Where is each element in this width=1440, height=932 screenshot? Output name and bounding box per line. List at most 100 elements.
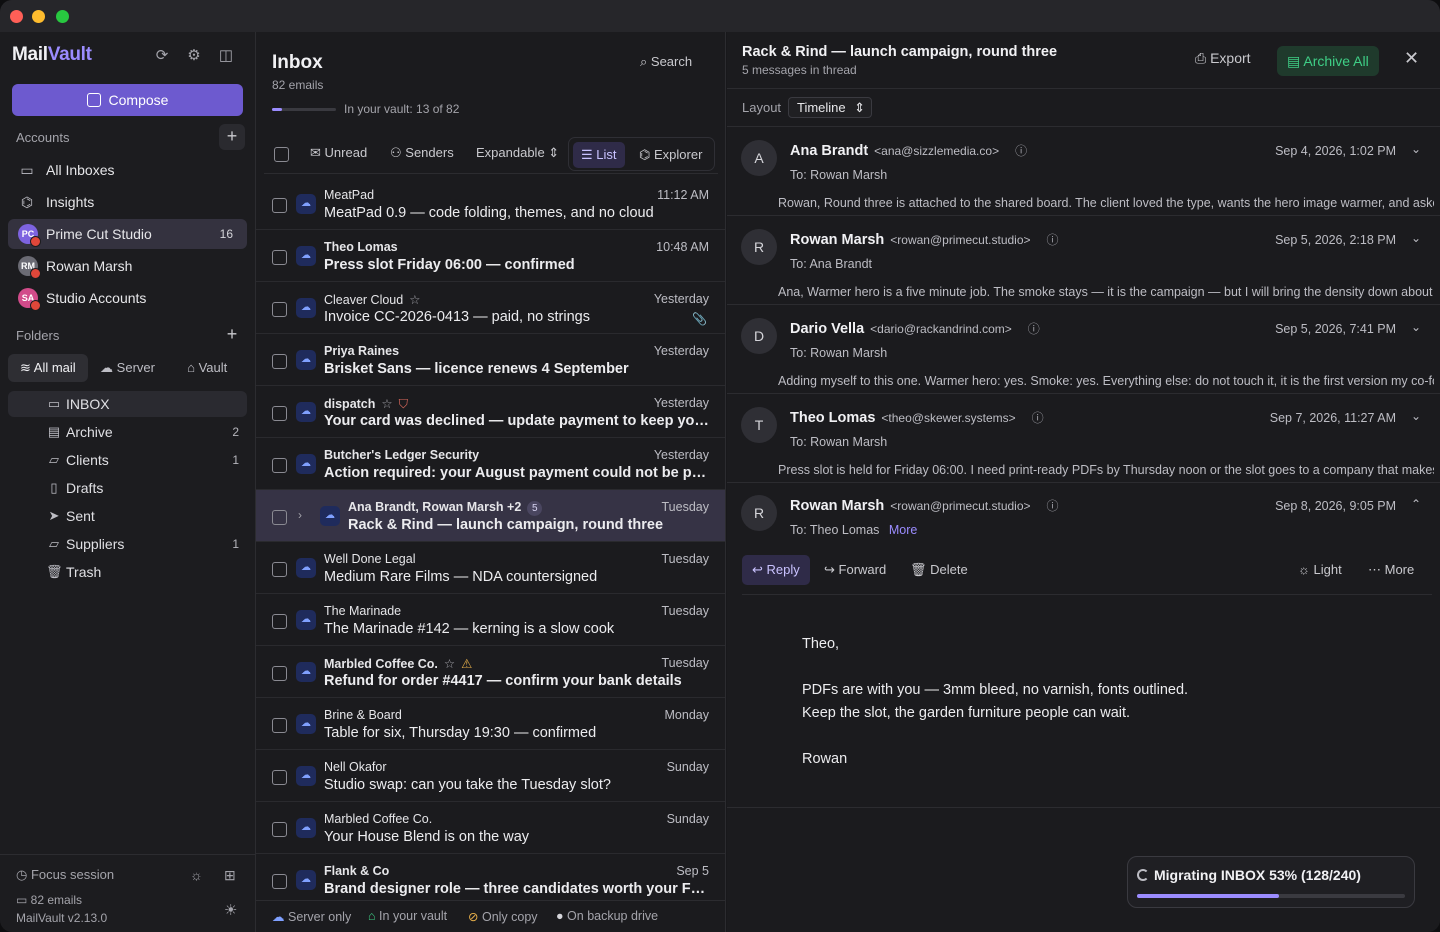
row-checkbox[interactable] <box>272 770 287 785</box>
expandable-select[interactable]: Expandable ⇕ <box>476 145 559 161</box>
row-checkbox[interactable] <box>272 874 287 889</box>
info-icon[interactable]: ⓘ <box>1028 322 1040 336</box>
cloud-icon: ☁ <box>296 662 316 682</box>
folder-sent[interactable]: ➤ Sent <box>8 503 247 529</box>
avatar: R <box>741 495 777 531</box>
gift-icon[interactable]: ⊞ <box>224 867 236 884</box>
folder-archive[interactable]: ▤ Archive 2 <box>8 419 247 445</box>
info-icon[interactable]: ⓘ <box>1015 144 1027 158</box>
message-row[interactable]: ☁ The Marinade The Marinade #142 — kerning… <box>256 594 725 646</box>
segment-all-mail[interactable]: ≋ All mail <box>8 354 88 382</box>
close-icon[interactable]: ✕ <box>1404 48 1419 69</box>
folder-drafts[interactable]: ▯ Drafts <box>8 475 247 501</box>
focus-session-button[interactable]: ◷ Focus session <box>16 867 114 883</box>
archive-all-button[interactable]: ▤ Archive All <box>1277 46 1379 76</box>
more-actions-button[interactable]: ⋯ More <box>1358 555 1424 585</box>
search-button[interactable]: ⌕ Search <box>640 54 692 70</box>
folder-trash[interactable]: 🗑 Trash <box>8 559 247 585</box>
star-icon[interactable]: ☆ <box>381 397 392 411</box>
star-icon[interactable]: ☆ <box>409 293 420 307</box>
subject: Studio swap: can you take the Tuesday sl… <box>324 777 611 793</box>
folder-clients[interactable]: ▱ Clients 1 <box>8 447 247 473</box>
select-all-checkbox[interactable] <box>274 147 289 162</box>
row-checkbox[interactable] <box>272 822 287 837</box>
avatar: T <box>741 407 777 443</box>
sidebar-toggle-icon[interactable]: ◫ <box>216 46 236 66</box>
folder-suppliers[interactable]: ▱ Suppliers 1 <box>8 531 247 557</box>
info-icon[interactable]: ⓘ <box>1047 233 1059 247</box>
message-preview: Ana, Warmer hero is a five minute job. T… <box>778 285 1434 299</box>
thread-message[interactable]: R Rowan Marsh <rowan@primecut.studio> ⓘ To: … <box>727 216 1440 305</box>
chevron-down-icon[interactable]: ⌄ <box>1411 320 1421 334</box>
info-icon[interactable]: ⓘ <box>1032 411 1044 425</box>
row-checkbox[interactable] <box>272 198 287 213</box>
refresh-icon[interactable]: ⟳ <box>152 46 172 66</box>
sidebar-item-prime-cut-studio[interactable]: PC Prime Cut Studio 16 <box>8 219 247 249</box>
row-checkbox[interactable] <box>272 458 287 473</box>
segment-vault[interactable]: ⌂ Vault <box>167 354 247 382</box>
star-icon[interactable]: ☆ <box>444 657 455 671</box>
row-checkbox[interactable] <box>272 614 287 629</box>
gear-icon[interactable]: ⚙ <box>184 46 204 66</box>
message-row[interactable]: ☁ Butcher's Ledger Security Action require… <box>256 438 725 490</box>
sidebar-item-all-inboxes[interactable]: ▭ All Inboxes <box>8 155 247 185</box>
delete-button[interactable]: 🗑 Delete <box>900 555 978 585</box>
row-checkbox[interactable] <box>272 666 287 681</box>
compose-button[interactable]: Compose <box>12 84 243 116</box>
list-view-button[interactable]: ☰ List <box>573 142 625 168</box>
sidebar-item-studio-accounts[interactable]: SA Studio Accounts <box>8 283 247 313</box>
chevron-right-icon[interactable]: › <box>298 508 302 522</box>
row-checkbox[interactable] <box>272 406 287 421</box>
senders-button[interactable]: ⚇ Senders <box>390 145 454 161</box>
forward-button[interactable]: ↪ Forward <box>814 555 896 585</box>
thread-message[interactable]: T Theo Lomas <theo@skewer.systems> ⓘ To: Row… <box>727 394 1440 483</box>
layout-select[interactable]: Timeline ⇕ <box>788 97 872 118</box>
thread-message[interactable]: A Ana Brandt <ana@sizzlemedia.co> ⓘ To: Rowa… <box>727 127 1440 216</box>
sidebar-item-insights[interactable]: ⌬ Insights <box>8 187 247 217</box>
message-row[interactable]: ☁ Cleaver Cloud ☆ Invoice CC-2026-0413 — pa… <box>256 282 725 334</box>
row-checkbox[interactable] <box>272 562 287 577</box>
message-row[interactable]: ☁ Marbled Coffee Co. ☆ ⚠ Refund for order #4… <box>256 646 725 698</box>
close-window-button[interactable] <box>10 10 23 23</box>
message-row[interactable]: ☁ Brine & Board Table for six, Thursday 19… <box>256 698 725 750</box>
message-header[interactable]: R Rowan Marsh <rowan@primecut.studio> ⓘ To… <box>727 482 1440 552</box>
explorer-view-button[interactable]: ⌬ Explorer <box>631 142 710 168</box>
message-row[interactable]: ☁ Marbled Coffee Co. Your House Blend is o… <box>256 802 725 854</box>
chevron-down-icon[interactable]: ⌄ <box>1411 231 1421 245</box>
more-recipients-link[interactable]: More <box>889 523 917 537</box>
chevron-down-icon[interactable]: ⌄ <box>1411 409 1421 423</box>
unread-filter-button[interactable]: ✉ Unread <box>310 145 367 161</box>
email-count: ▭ 82 emails <box>16 893 83 907</box>
light-mode-button[interactable]: ☼ Light <box>1288 555 1352 585</box>
message-row[interactable]: ☁ Flank & Co Brand designer role — three c… <box>256 854 725 906</box>
bug-icon[interactable]: ☼ <box>190 867 203 883</box>
export-button[interactable]: ⎙ Export <box>1195 50 1251 67</box>
zoom-window-button[interactable] <box>56 10 69 23</box>
recipient: To: Rowan Marsh <box>790 168 888 182</box>
thread-message[interactable]: D Dario Vella <dario@rackandrind.com> ⓘ To: … <box>727 305 1440 394</box>
message-row[interactable]: ☁ Well Done Legal Medium Rare Films — NDA … <box>256 542 725 594</box>
theme-icon[interactable]: ☀ <box>224 901 237 919</box>
message-row[interactable]: ☁ Theo Lomas Press slot Friday 06:00 — con… <box>256 230 725 282</box>
row-checkbox[interactable] <box>272 510 287 525</box>
minimize-window-button[interactable] <box>32 10 45 23</box>
subject: Rack & Rind — launch campaign, round thr… <box>348 517 664 533</box>
reply-button[interactable]: ↩ Reply <box>742 555 810 585</box>
message-row[interactable]: › ☁ Ana Brandt, Rowan Marsh +2 5 Rack & Rind… <box>256 490 725 542</box>
add-account-button[interactable]: + <box>219 124 245 150</box>
message-row[interactable]: ☁ Nell Okafor Studio swap: can you take th… <box>256 750 725 802</box>
message-row[interactable]: ☁ MeatPad MeatPad 0.9 — code folding, them… <box>256 178 725 230</box>
chevron-up-icon[interactable]: ⌃ <box>1411 497 1421 511</box>
sidebar-item-rowan-marsh[interactable]: RM Rowan Marsh <box>8 251 247 281</box>
message-row[interactable]: ☁ Priya Raines Brisket Sans — licence rene… <box>256 334 725 386</box>
row-checkbox[interactable] <box>272 302 287 317</box>
vault-icon: ⌂ <box>368 909 376 923</box>
segment-server[interactable]: ☁ Server <box>88 354 168 382</box>
row-checkbox[interactable] <box>272 250 287 265</box>
message-row[interactable]: ☁ dispatch ☆ ⛉ Your card was declined — upda… <box>256 386 725 438</box>
row-checkbox[interactable] <box>272 354 287 369</box>
add-folder-button[interactable]: + <box>219 322 245 348</box>
row-checkbox[interactable] <box>272 718 287 733</box>
folder-inbox[interactable]: ▭ INBOX <box>8 391 247 417</box>
chevron-down-icon[interactable]: ⌄ <box>1411 142 1421 156</box>
